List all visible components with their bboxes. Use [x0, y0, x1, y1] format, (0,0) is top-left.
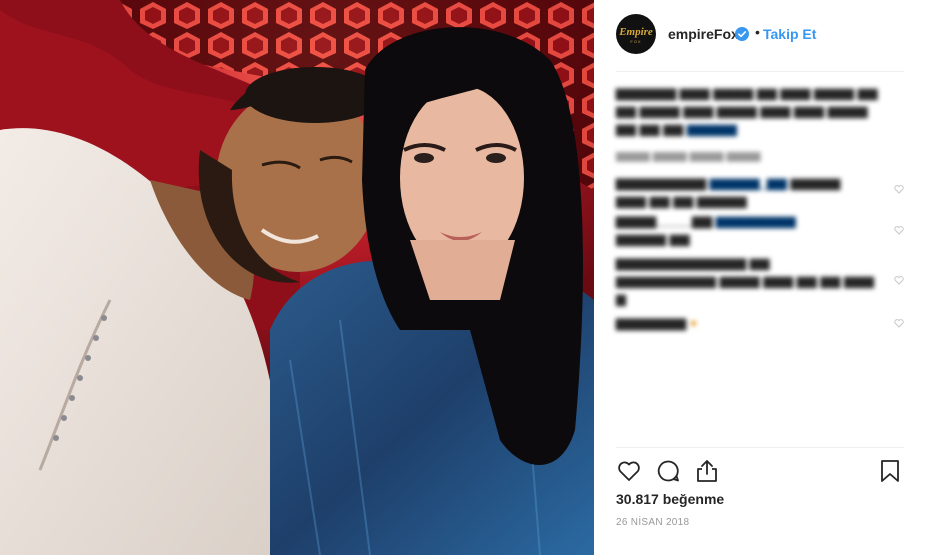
comment-like-icon[interactable] [894, 225, 904, 235]
post-photo-image [0, 0, 594, 555]
view-comments-link[interactable]: ▆▆▆▆ ▆▆▆▆ ▆▆▆▆ ▆▆▆▆ [616, 146, 761, 165]
comment-item: ▆▆▆▆_____▆▆ ▆▆▆▆▆▆▆▆ ▆▆▆▆▆ ▆▆ [616, 213, 796, 246]
share-upload-icon[interactable] [694, 458, 720, 484]
comment-like-icon[interactable] [894, 184, 904, 194]
follow-separator: • [755, 24, 760, 40]
avatar-logo-text: Empire [619, 26, 653, 38]
action-bar [616, 458, 904, 484]
comment-like-icon[interactable] [894, 275, 904, 285]
caption-block: ▆▆▆▆▆▆ ▆▆▆ ▆▆▆▆ ▆▆ ▆▆▆ ▆▆▆▆ ▆▆ ▆▆ ▆▆▆▆ ▆… [616, 85, 878, 136]
username[interactable]: empireFox [668, 26, 739, 42]
avatar-logo-subtext: FOX [630, 39, 642, 44]
avatar[interactable]: Empire FOX [616, 14, 656, 54]
likes-number: 30.817 [616, 491, 659, 507]
comment-item: ▆▆▆▆▆▆▆ ● [616, 315, 698, 330]
comment-bubble-icon[interactable] [655, 458, 681, 484]
post-sidebar: Empire FOX empireFox • Takip Et ▆▆▆▆▆▆ ▆… [594, 0, 926, 555]
heart-outline-icon[interactable] [616, 458, 642, 484]
verified-badge-icon [735, 27, 749, 41]
comment-like-icon[interactable] [894, 318, 904, 328]
comment-item: ▆▆▆▆▆▆▆▆▆▆▆▆▆ ▆▆ ▆▆▆▆▆▆▆▆▆▆ ▆▆▆▆ ▆▆▆ ▆▆ … [616, 255, 875, 306]
follow-button[interactable]: Takip Et [763, 26, 816, 42]
post-header: Empire FOX empireFox • Takip Et [594, 0, 926, 72]
actions-divider [616, 447, 904, 448]
likes-label: beğenme [662, 491, 725, 507]
likes-count[interactable]: 30.817 beğenme [616, 491, 724, 507]
bookmark-outline-icon[interactable] [877, 458, 903, 484]
header-divider [616, 71, 904, 72]
comment-item: ▆▆▆▆▆▆▆▆▆ ▆▆▆▆▆_▆▆ ▆▆▆▆▆ ▆▆▆ ▆▆ ▆▆ ▆▆▆▆▆ [616, 175, 841, 208]
post-photo[interactable] [0, 0, 594, 555]
post-date: 26 NİSAN 2018 [616, 517, 690, 528]
